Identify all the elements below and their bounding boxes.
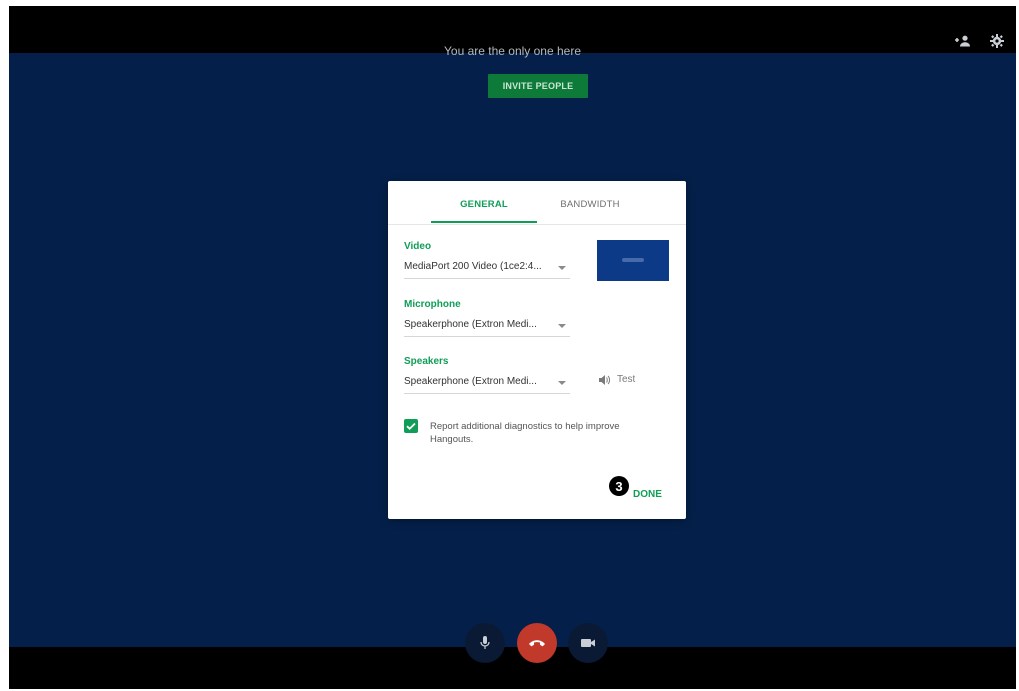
call-stage: You are the only one here INVITE PEOPLE xyxy=(9,6,1016,689)
test-speakers-button[interactable]: Test xyxy=(599,374,635,385)
bottom-bar xyxy=(9,647,1016,689)
diagnostics-checkbox[interactable] xyxy=(404,419,418,433)
add-person-icon[interactable] xyxy=(954,35,972,47)
top-right-toolbar xyxy=(954,34,1004,48)
microphone-select[interactable]: Speakerphone (Extron Medi... xyxy=(404,316,570,337)
test-label: Test xyxy=(617,374,636,385)
hang-up-button[interactable] xyxy=(517,623,557,663)
active-tab-indicator xyxy=(431,221,537,223)
video-select-value: MediaPort 200 Video (1ce2:4... xyxy=(404,261,542,272)
speakers-select[interactable]: Speakerphone (Extron Medi... xyxy=(404,373,570,394)
chevron-down-icon xyxy=(558,381,566,385)
hang-up-icon xyxy=(529,640,545,647)
chevron-down-icon xyxy=(558,266,566,270)
chevron-down-icon xyxy=(558,324,566,328)
speaker-icon xyxy=(599,374,610,385)
microphone-toggle-button[interactable] xyxy=(465,623,505,663)
checkmark-icon xyxy=(406,422,416,431)
video-preview xyxy=(597,240,669,281)
video-select[interactable]: MediaPort 200 Video (1ce2:4... xyxy=(404,258,570,279)
preview-logo xyxy=(622,258,644,262)
step-number-badge: 3 xyxy=(609,476,629,496)
tab-general[interactable]: GENERAL xyxy=(431,199,537,210)
gear-icon[interactable] xyxy=(990,34,1004,48)
microphone-icon xyxy=(480,636,490,649)
settings-dialog: GENERAL BANDWIDTH Video MediaPort 200 Vi… xyxy=(388,181,686,519)
settings-tabs: GENERAL BANDWIDTH xyxy=(388,181,686,225)
speakers-select-value: Speakerphone (Extron Medi... xyxy=(404,376,537,387)
video-label: Video xyxy=(404,241,432,252)
done-button[interactable]: DONE xyxy=(633,489,662,500)
camera-icon xyxy=(581,639,595,647)
microphone-select-value: Speakerphone (Extron Medi... xyxy=(404,319,537,330)
invite-people-button[interactable]: INVITE PEOPLE xyxy=(488,74,588,98)
camera-toggle-button[interactable] xyxy=(568,623,608,663)
microphone-label: Microphone xyxy=(404,299,461,310)
diagnostics-label: Report additional diagnostics to help im… xyxy=(430,421,620,445)
speakers-label: Speakers xyxy=(404,356,449,367)
status-text: You are the only one here xyxy=(444,44,581,58)
tab-bandwidth[interactable]: BANDWIDTH xyxy=(537,199,643,210)
